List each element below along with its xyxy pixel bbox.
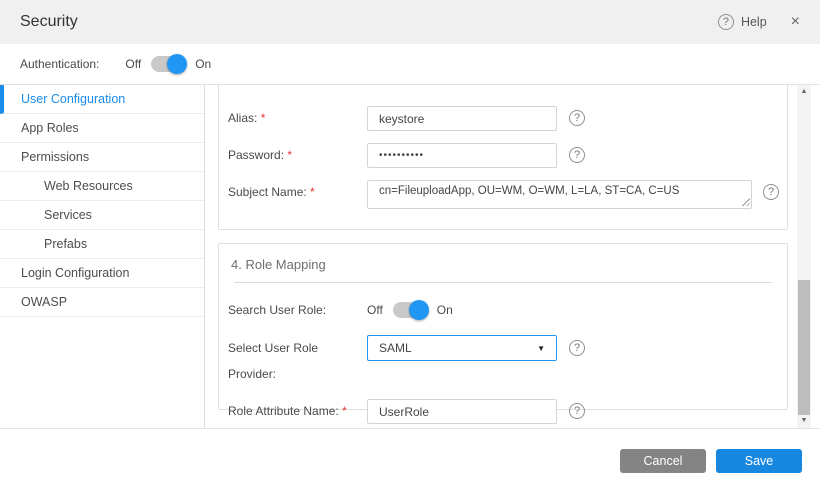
sidebar-item-web-resources[interactable]: Web Resources — [0, 172, 204, 201]
subject-name-row: Subject Name: * cn=FileuploadApp, OU=WM,… — [219, 180, 787, 209]
resize-handle[interactable] — [741, 197, 750, 206]
close-icon[interactable]: × — [791, 14, 800, 30]
sidebar-item-prefabs[interactable]: Prefabs — [0, 230, 204, 259]
subject-name-textarea[interactable]: cn=FileuploadApp, OU=WM, O=WM, L=LA, ST=… — [367, 180, 752, 209]
scrollbar-thumb[interactable] — [798, 280, 810, 415]
required-asterisk: * — [310, 185, 315, 199]
sidebar-item-owasp[interactable]: OWASP — [0, 288, 204, 317]
toggle-knob — [409, 300, 429, 320]
sidebar-item-user-configuration[interactable]: User Configuration — [0, 85, 204, 114]
role-attribute-input[interactable] — [367, 399, 557, 424]
certificate-panel: Alias: * ? Password: * ? Subject Name: *… — [218, 85, 788, 230]
role-attribute-help-icon[interactable]: ? — [569, 403, 585, 419]
body: User Configuration App Roles Permissions… — [0, 85, 820, 428]
provider-row: Select User Role Provider: SAML ▼ ? — [219, 335, 787, 387]
role-attribute-label: Role Attribute Name: * — [228, 399, 367, 424]
alias-help-icon[interactable]: ? — [569, 110, 585, 126]
provider-help-icon[interactable]: ? — [569, 340, 585, 356]
subject-name-label: Subject Name: * — [228, 180, 367, 205]
scroll-up-icon[interactable]: ▲ — [797, 85, 811, 99]
role-mapping-panel: 4. Role Mapping Search User Role: Off On… — [218, 243, 788, 410]
save-button[interactable]: Save — [716, 449, 802, 473]
sidebar-item-permissions[interactable]: Permissions — [0, 143, 204, 172]
header: Security ? Help × — [0, 0, 820, 44]
authentication-off-label: Off — [125, 57, 141, 71]
vertical-scrollbar: ▲ ▼ — [797, 85, 811, 428]
role-attribute-row: Role Attribute Name: * ? — [219, 399, 787, 424]
sidebar: User Configuration App Roles Permissions… — [0, 85, 205, 428]
required-asterisk: * — [287, 148, 292, 162]
provider-label: Select User Role Provider: — [228, 335, 367, 387]
authentication-bar: Authentication: Off On — [0, 44, 820, 85]
search-user-role-row: Search User Role: Off On — [219, 301, 787, 319]
footer: Cancel Save — [0, 428, 820, 485]
chevron-down-icon: ▼ — [537, 344, 545, 353]
search-user-role-toggle[interactable] — [393, 302, 427, 318]
authentication-label: Authentication: — [20, 57, 99, 71]
security-dialog: Security ? Help × Authentication: Off On… — [0, 0, 820, 485]
sidebar-item-app-roles[interactable]: App Roles — [0, 114, 204, 143]
search-user-role-on-label: On — [437, 303, 453, 317]
search-user-role-off-label: Off — [367, 303, 383, 317]
password-row: Password: * ? — [219, 143, 787, 168]
password-help-icon[interactable]: ? — [569, 147, 585, 163]
alias-row: Alias: * ? — [219, 106, 787, 131]
authentication-toggle[interactable] — [151, 56, 185, 72]
cancel-button[interactable]: Cancel — [620, 449, 706, 473]
user-role-provider-select[interactable]: SAML ▼ — [367, 335, 557, 361]
section-divider — [234, 282, 772, 283]
sidebar-item-services[interactable]: Services — [0, 201, 204, 230]
sidebar-item-login-configuration[interactable]: Login Configuration — [0, 259, 204, 288]
authentication-on-label: On — [195, 57, 211, 71]
scroll-down-icon[interactable]: ▼ — [797, 414, 811, 428]
main-content: Alias: * ? Password: * ? Subject Name: *… — [205, 85, 820, 428]
help-link[interactable]: Help — [741, 15, 767, 29]
alias-label: Alias: * — [228, 106, 367, 131]
provider-selected-value: SAML — [379, 341, 412, 355]
required-asterisk: * — [342, 404, 347, 418]
alias-input[interactable] — [367, 106, 557, 131]
help-icon[interactable]: ? — [718, 14, 734, 30]
password-input[interactable] — [367, 143, 557, 168]
search-user-role-label: Search User Role: — [228, 301, 367, 319]
role-mapping-title: 4. Role Mapping — [219, 244, 787, 272]
page-title: Security — [20, 13, 78, 31]
toggle-knob — [167, 54, 187, 74]
password-label: Password: * — [228, 143, 367, 168]
required-asterisk: * — [261, 111, 266, 125]
subject-name-help-icon[interactable]: ? — [763, 184, 779, 200]
